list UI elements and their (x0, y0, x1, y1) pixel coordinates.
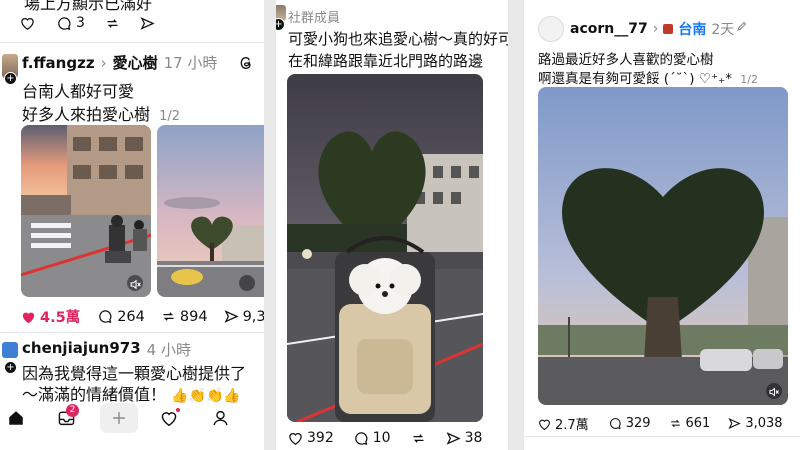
mute-icon[interactable] (768, 386, 780, 398)
avatar[interactable] (2, 342, 18, 358)
post-text-line1: 可愛小狗也來追愛心樹～真的好可愛 (288, 30, 508, 48)
follow-plus-icon[interactable]: + (4, 361, 17, 374)
location-pin-icon (663, 24, 674, 34)
new-post-button[interactable] (100, 403, 138, 433)
post-time: 4 小時 (146, 341, 191, 359)
post-photo-heart-tree-dusk[interactable] (538, 87, 788, 405)
feed-panel-right: acorn__77 › 台南 2天 路過最近好多人喜歡的愛心樹 啊還真是有夠可愛… (524, 0, 800, 450)
post-stats: 2.7萬 329 661 3,038 (538, 414, 783, 433)
repost-count: 894 (179, 308, 208, 325)
edit-icon[interactable] (736, 20, 748, 32)
username[interactable]: chenjiajun973 (22, 339, 141, 360)
post-time: 2天 (711, 22, 735, 38)
comment-icon[interactable] (354, 431, 369, 446)
comment-count: 264 (117, 308, 145, 325)
notification-badge: 2 (66, 404, 79, 417)
post-text-line2: 在和緯路跟靠近北門路的路邊 (288, 52, 484, 70)
username[interactable]: f.ffangzz (22, 54, 95, 72)
home-icon[interactable] (7, 409, 25, 427)
post-stats: 4.5萬 264 894 9,316 (21, 306, 264, 327)
like-count: 2.7萬 (555, 418, 589, 433)
comment-count: 3 (76, 15, 85, 31)
username[interactable]: acorn__77 (570, 21, 648, 37)
topic-tag[interactable]: 愛心樹 (113, 52, 158, 73)
post-text-line2: 啊還真是有夠可愛餒 (ˊ˘ˋ) ♡⁺₊* (538, 71, 732, 87)
divider (524, 436, 800, 437)
like-count: 4.5萬 (40, 310, 81, 326)
share-count: 9,316 (242, 308, 264, 325)
bottom-nav: 2 (0, 400, 264, 440)
repost-count: 661 (685, 416, 711, 431)
comment-count: 329 (625, 416, 651, 431)
divider (0, 42, 264, 43)
comment-icon[interactable] (57, 16, 72, 31)
post-header: chenjiajun973 4 小時 (22, 339, 191, 360)
share-count: 38 (464, 430, 483, 446)
like-count: 392 (307, 430, 334, 446)
post-photo-dog-heart-tree[interactable] (287, 74, 483, 422)
heart-filled-icon[interactable] (21, 310, 36, 324)
location-separator: › (652, 21, 659, 37)
post-stats: 392 10 38 (288, 430, 482, 446)
post-header: f.ffangzz › 愛心樹 17 小時 (22, 52, 217, 73)
plus-icon (113, 412, 125, 424)
page-indicator: 1/2 (740, 73, 758, 86)
share-icon[interactable] (728, 417, 742, 430)
share-icon[interactable] (446, 431, 461, 446)
comment-icon[interactable] (98, 309, 113, 324)
heart-icon[interactable] (20, 16, 35, 30)
share-icon[interactable] (224, 309, 239, 324)
post-photo-heart-tree[interactable] (157, 125, 264, 297)
avatar[interactable] (538, 16, 564, 42)
share-icon[interactable] (140, 16, 155, 31)
comment-count: 10 (372, 430, 391, 446)
threads-icon (240, 56, 251, 70)
post-text-line1: 台南人都好可愛 (22, 82, 135, 101)
community-member-label: 社群成員 (288, 11, 341, 26)
post-text-line2-wrap: 啊還真是有夠可愛餒 (ˊ˘ˋ) ♡⁺₊* 1/2 (538, 67, 758, 87)
repost-icon[interactable] (669, 417, 682, 430)
topic-separator: › (100, 53, 107, 72)
post-text-line2: 好多人來拍愛心樹 (22, 105, 151, 124)
share-count: 3,038 (745, 416, 783, 431)
follow-plus-icon[interactable]: + (276, 18, 285, 31)
post-text-line1: 路過最近好多人喜歡的愛心樹 (538, 52, 714, 68)
divider (0, 332, 264, 333)
mute-icon[interactable] (129, 278, 142, 291)
post-photo-street[interactable] (21, 125, 151, 297)
previous-post-stats: 3 (20, 15, 155, 31)
post-header: acorn__77 › 台南 2天 (570, 19, 734, 39)
repost-icon[interactable] (411, 431, 426, 446)
heart-icon[interactable] (160, 410, 178, 426)
feed-panel-middle: + 社群成員 可愛小狗也來追愛心樹～真的好可愛 在和緯路跟靠近北門路的路邊 39… (276, 0, 508, 450)
page-indicator: 1/2 (159, 109, 181, 124)
repost-icon[interactable] (105, 16, 120, 31)
heart-icon[interactable] (538, 418, 551, 430)
location-tag[interactable]: 台南 (678, 19, 706, 39)
repost-icon[interactable] (161, 309, 176, 324)
unread-dot (176, 408, 180, 412)
feed-panel-left: 場上方顯示已滿好 3 + f.ffangzz › 愛心樹 17 小時 台南人都好… (0, 0, 264, 450)
comment-icon[interactable] (609, 417, 622, 430)
post-time: 17 小時 (163, 54, 218, 72)
heart-icon[interactable] (288, 431, 303, 445)
follow-plus-icon[interactable]: + (4, 72, 17, 85)
profile-icon[interactable] (212, 409, 229, 427)
post-text-line2-wrap: 好多人來拍愛心樹 1/2 (22, 101, 180, 125)
previous-post-text: 場上方顯示已滿好 (24, 0, 153, 13)
